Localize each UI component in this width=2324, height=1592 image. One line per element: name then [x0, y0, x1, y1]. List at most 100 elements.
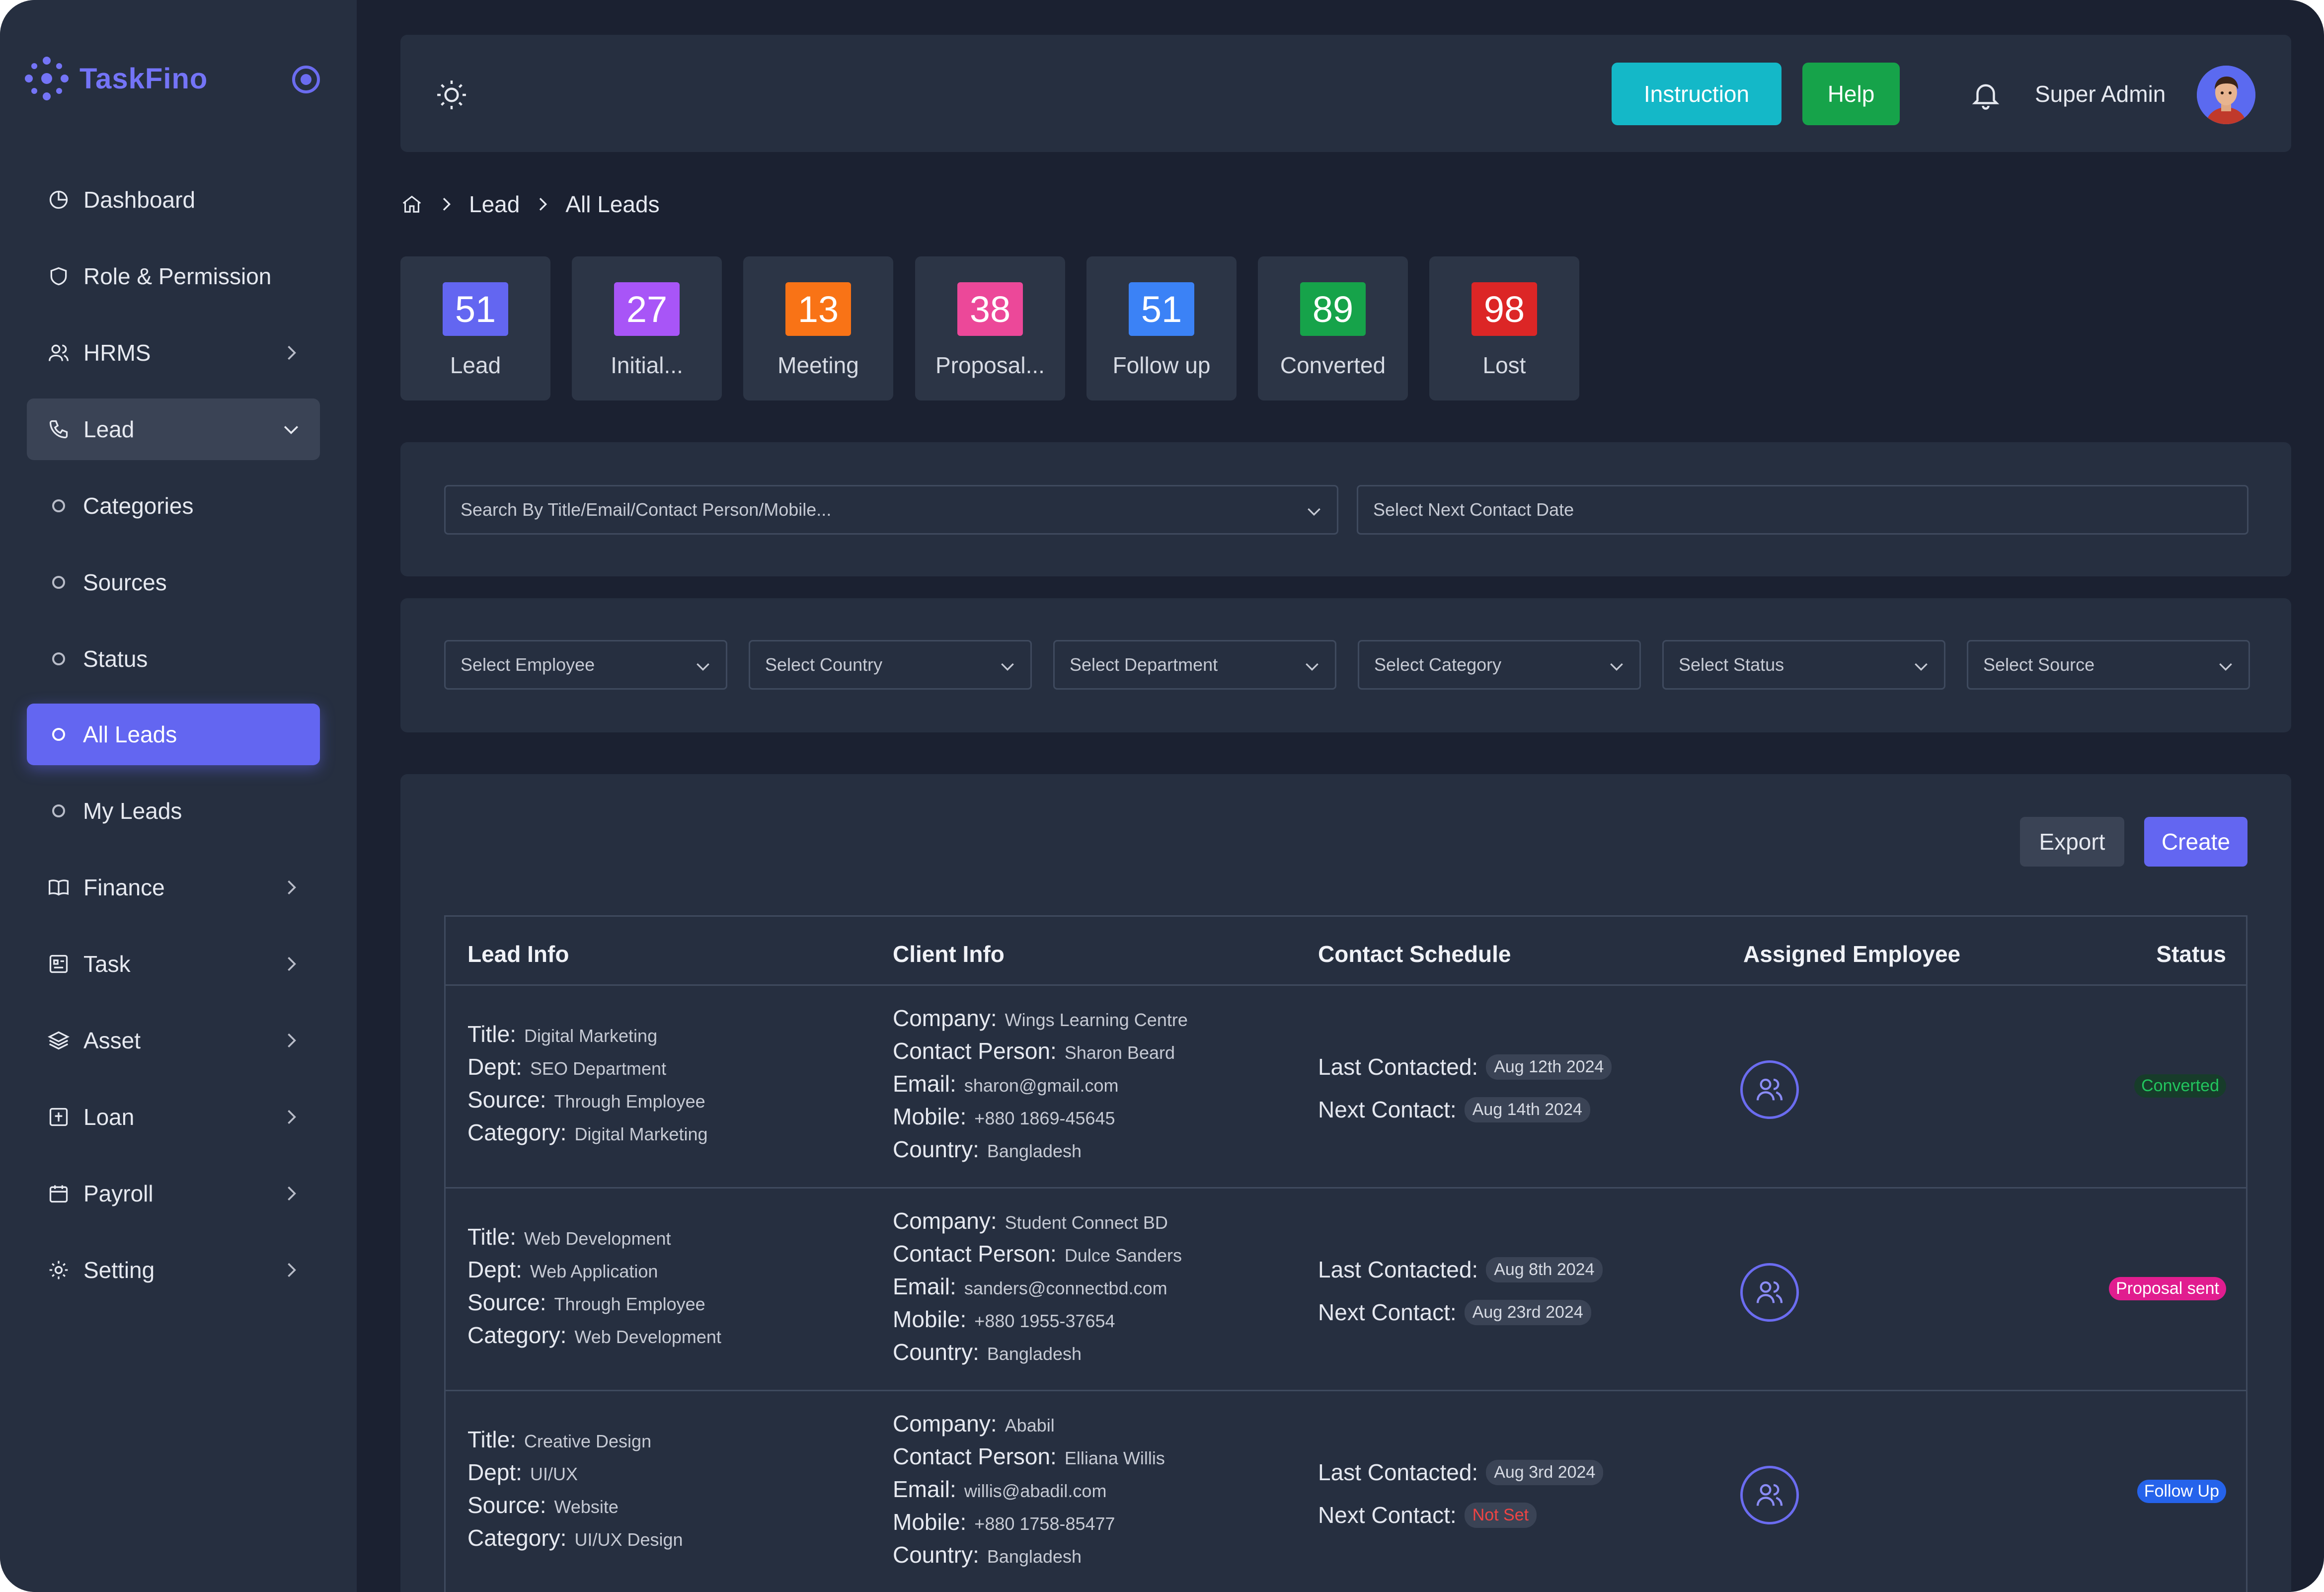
lead-title: Digital Marketing: [524, 1026, 658, 1046]
sidebar-item-dashboard[interactable]: Dashboard: [27, 169, 320, 231]
assigned-employee-icon[interactable]: [1740, 1060, 1799, 1119]
export-button[interactable]: Export: [2020, 817, 2124, 867]
sidebar-item-label: Status: [83, 646, 148, 672]
sidebar-item-label: Payroll: [83, 1181, 154, 1206]
lead-category: Web Development: [574, 1327, 721, 1347]
sidebar-item-label: Sources: [83, 569, 167, 595]
contact-schedule-cell: Last Contacted: Aug 12th 2024 Next Contac…: [1318, 1045, 1612, 1131]
shield-icon: [47, 264, 71, 288]
instruction-button[interactable]: Instruction: [1612, 63, 1782, 125]
field-label: Next Contact:: [1318, 1097, 1457, 1122]
lead-category: UI/UX Design: [574, 1529, 683, 1550]
logo-icon: [25, 57, 69, 100]
client-contact-person: Elliana Willis: [1064, 1448, 1165, 1468]
theme-toggle-icon[interactable]: [435, 79, 468, 111]
sidebar-item-label: Finance: [83, 875, 165, 900]
table-row[interactable]: Title: Digital Marketing Dept: SEO Departm…: [446, 984, 2246, 1187]
assigned-employee-icon[interactable]: [1740, 1466, 1799, 1524]
lead-category: Digital Marketing: [574, 1124, 708, 1144]
sidebar-item-categories[interactable]: Categories: [27, 475, 320, 537]
column-header-status[interactable]: Status: [2156, 941, 2226, 967]
last-contacted-badge: Aug 3rd 2024: [1486, 1459, 1604, 1485]
stat-card-lead[interactable]: 51 Lead: [400, 256, 550, 400]
bell-icon[interactable]: [1969, 79, 2002, 111]
field-label: Country:: [893, 1542, 979, 1568]
next-contact-date-field[interactable]: Select Next Contact Date: [1357, 485, 2248, 535]
assigned-employee-icon[interactable]: [1740, 1263, 1799, 1322]
source-select[interactable]: Select Source: [1967, 640, 2250, 690]
stat-value: 51: [1129, 282, 1194, 336]
home-icon[interactable]: [400, 193, 423, 216]
lead-source: Through Employee: [554, 1091, 705, 1112]
sidebar: TaskFino Dashboard Role & Permission HRM…: [0, 0, 357, 1592]
stat-card-lost[interactable]: 98 Lost: [1429, 256, 1579, 400]
country-select[interactable]: Select Country: [749, 640, 1032, 690]
department-select[interactable]: Select Department: [1053, 640, 1336, 690]
sidebar-item-task[interactable]: Task: [27, 933, 320, 995]
sidebar-item-lead[interactable]: Lead: [27, 398, 320, 460]
field-label: Company:: [893, 1208, 997, 1234]
circle-icon: [52, 728, 65, 741]
field-label: Country:: [893, 1339, 979, 1365]
sidebar-item-loan[interactable]: Loan: [27, 1086, 320, 1148]
status-select[interactable]: Select Status: [1662, 640, 1945, 690]
chevron-down-icon: [1308, 508, 1320, 516]
stat-label: Meeting: [777, 352, 859, 378]
sidebar-item-role-permission[interactable]: Role & Permission: [27, 245, 320, 307]
field-label: Title:: [467, 1427, 516, 1452]
sidebar-item-label: Asset: [83, 1028, 141, 1053]
select-label: Select Country: [765, 654, 883, 675]
user-name[interactable]: Super Admin: [2035, 80, 2166, 107]
help-button[interactable]: Help: [1802, 63, 1900, 125]
status-badge: Proposal sent: [2109, 1277, 2226, 1300]
chevron-right-icon: [288, 1033, 296, 1048]
create-button[interactable]: Create: [2144, 817, 2247, 867]
search-input[interactable]: Search By Title/Email/Contact Person/Mob…: [444, 485, 1338, 535]
sidebar-toggle-icon[interactable]: [292, 66, 320, 93]
column-header-contact-schedule[interactable]: Contact Schedule: [1318, 941, 1511, 967]
sidebar-item-sources[interactable]: Sources: [27, 552, 320, 613]
breadcrumb-item-lead[interactable]: Lead: [469, 191, 520, 218]
category-select[interactable]: Select Category: [1358, 640, 1641, 690]
column-header-client-info[interactable]: Client Info: [893, 941, 1005, 967]
chevron-right-icon: [288, 1263, 296, 1277]
stat-card-converted[interactable]: 89 Converted: [1258, 256, 1408, 400]
stat-card-meeting[interactable]: 13 Meeting: [743, 256, 893, 400]
stat-value: 13: [785, 282, 851, 336]
sidebar-item-label: Categories: [83, 493, 194, 519]
sidebar-item-label: HRMS: [83, 340, 151, 366]
client-mobile: +880 1955-37654: [974, 1311, 1115, 1331]
lead-source: Through Employee: [554, 1294, 705, 1314]
circle-icon: [52, 576, 65, 589]
field-label: Last Contacted:: [1318, 1054, 1478, 1080]
field-label: Next Contact:: [1318, 1502, 1457, 1528]
stat-card-initial[interactable]: 27 Initial...: [572, 256, 722, 400]
sidebar-item-finance[interactable]: Finance: [27, 857, 320, 918]
field-label: Contact Person:: [893, 1443, 1057, 1469]
sidebar-item-asset[interactable]: Asset: [27, 1010, 320, 1071]
column-header-lead-info[interactable]: Lead Info: [467, 941, 569, 967]
column-header-assigned-employee[interactable]: Assigned Employee: [1743, 941, 1960, 967]
layers-icon: [47, 1029, 71, 1052]
sidebar-item-status[interactable]: Status: [27, 628, 320, 690]
logo[interactable]: TaskFino: [23, 55, 208, 102]
sidebar-item-all-leads[interactable]: All Leads: [27, 704, 320, 765]
table-row[interactable]: Title: Creative Design Dept: UI/UX Source:…: [446, 1390, 2246, 1592]
sidebar-item-setting[interactable]: Setting: [27, 1239, 320, 1301]
sidebar-item-my-leads[interactable]: My Leads: [27, 780, 320, 842]
field-label: Country:: [893, 1136, 979, 1162]
sidebar-item-hrms[interactable]: HRMS: [27, 322, 320, 384]
field-label: Mobile:: [893, 1509, 967, 1535]
stat-label: Lost: [1482, 352, 1526, 378]
employee-select[interactable]: Select Employee: [444, 640, 727, 690]
lead-dept: UI/UX: [530, 1464, 578, 1484]
stat-card-follow-up[interactable]: 51 Follow up: [1086, 256, 1237, 400]
sidebar-item-payroll[interactable]: Payroll: [27, 1163, 320, 1224]
table-row[interactable]: Title: Web Development Dept: Web Applicati…: [446, 1187, 2246, 1390]
client-contact-person: Dulce Sanders: [1064, 1245, 1182, 1266]
loan-icon: [47, 1105, 71, 1129]
field-label: Contact Person:: [893, 1038, 1057, 1064]
lead-title: Web Development: [524, 1228, 671, 1249]
avatar[interactable]: [2197, 66, 2255, 124]
stat-card-proposal[interactable]: 38 Proposal...: [915, 256, 1065, 400]
